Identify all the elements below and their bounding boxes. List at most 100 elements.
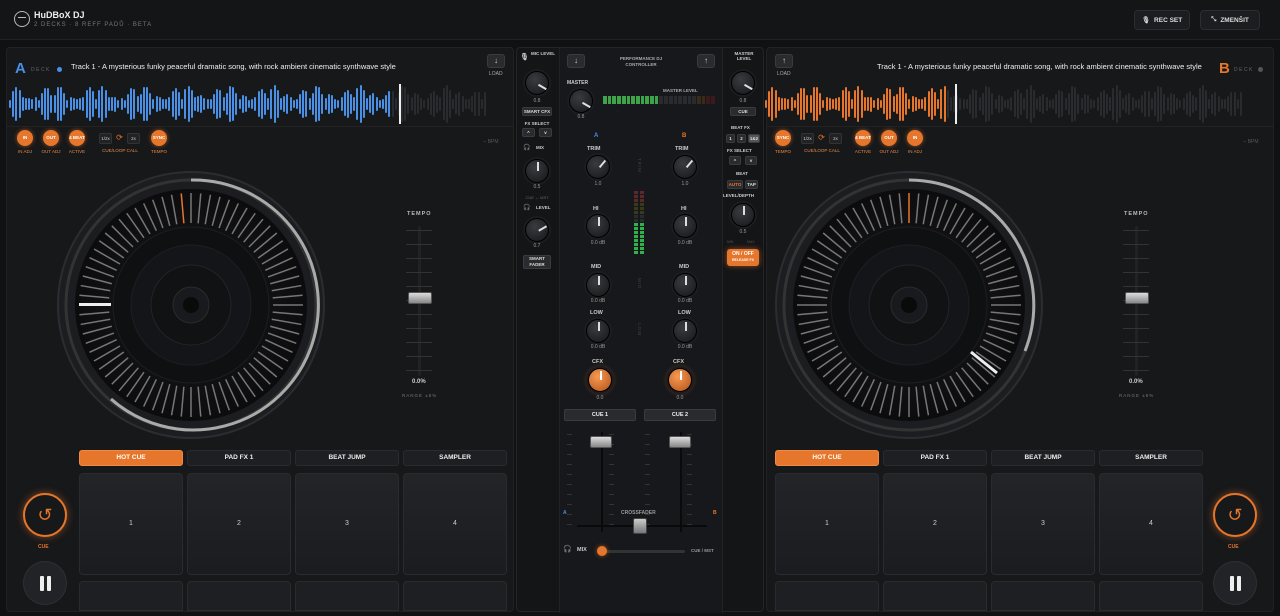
loop-double-button[interactable]: 2x: [829, 133, 842, 144]
tab-pad-fx[interactable]: PAD FX 1: [187, 450, 291, 466]
beat-auto-button[interactable]: AUTO: [727, 180, 743, 189]
trim-a-knob[interactable]: [586, 155, 610, 179]
master-level-knob[interactable]: [731, 71, 755, 95]
loop-icon[interactable]: ⟳: [113, 133, 126, 144]
play-pause-button[interactable]: [23, 561, 67, 605]
waveform-bar: [892, 96, 895, 112]
cue-2-button[interactable]: CUE 2: [644, 409, 716, 421]
cue-button[interactable]: [23, 493, 67, 537]
pad-5[interactable]: [79, 581, 183, 611]
cfx-a-knob[interactable]: [588, 368, 612, 392]
beat-button[interactable]: 4 BEAT: [69, 130, 85, 146]
headphone-mix-knob[interactable]: [525, 159, 549, 183]
mic-level-knob[interactable]: [525, 71, 549, 95]
fx-on-off-button[interactable]: ON / OFF RELEASE FX: [727, 249, 759, 266]
fader-tick: [609, 494, 614, 495]
smart-cfx-button[interactable]: SMART CFX: [522, 107, 552, 116]
pad-8[interactable]: [403, 581, 507, 611]
load-button[interactable]: ↑: [775, 54, 793, 68]
headphone-level-knob[interactable]: [525, 218, 549, 242]
level-depth-knob[interactable]: [731, 203, 755, 227]
pad-8[interactable]: [1099, 581, 1203, 611]
tempo-slider-handle[interactable]: [408, 292, 432, 304]
mixer-load-a[interactable]: ↓: [567, 54, 585, 68]
beat-tap-button[interactable]: TAP: [745, 180, 758, 189]
rec-set-label: REC SET: [1154, 16, 1183, 24]
channel-fader-a[interactable]: [590, 436, 612, 448]
beat-button[interactable]: 4 BEAT: [855, 130, 871, 146]
pad-2[interactable]: 2: [187, 473, 291, 575]
loop-double-button[interactable]: 2x: [127, 133, 140, 144]
tab-sampler[interactable]: SAMPLER: [1099, 450, 1203, 466]
pad-2[interactable]: 2: [883, 473, 987, 575]
tempo-slider-handle[interactable]: [1125, 292, 1149, 304]
play-pause-button[interactable]: [1213, 561, 1257, 605]
tab-hot-cue[interactable]: HOT CUE: [79, 450, 183, 466]
cue-1-button[interactable]: CUE 1: [564, 409, 636, 421]
waveform-bar: [1106, 93, 1109, 115]
master-meter-segment: [603, 96, 607, 104]
low-a-knob[interactable]: [586, 319, 610, 343]
pad-4[interactable]: 4: [1099, 473, 1203, 575]
cfx-b-knob[interactable]: [668, 368, 692, 392]
out-button[interactable]: OUT: [881, 130, 897, 146]
cue-loop-label: CUE/LOOP CALL: [804, 148, 840, 153]
trim-b-knob[interactable]: [673, 155, 697, 179]
low-b-knob[interactable]: [673, 319, 697, 343]
pad-7[interactable]: [295, 581, 399, 611]
master-cue-button[interactable]: CUE: [730, 107, 756, 116]
app-subtitle: 2 DECKS · 8 REFF PADŮ · BETA: [34, 22, 153, 28]
beat-fx-1[interactable]: 1: [726, 134, 735, 143]
phones-mix-handle[interactable]: [597, 546, 607, 556]
channel-fader-b[interactable]: [669, 436, 691, 448]
pad-3[interactable]: 3: [991, 473, 1095, 575]
phones-mix-slider[interactable]: [599, 550, 685, 553]
mid-b-knob[interactable]: [673, 273, 697, 297]
fader-tick: [645, 434, 650, 435]
pad-3[interactable]: 3: [295, 473, 399, 575]
tab-beat-jump[interactable]: BEAT JUMP: [295, 450, 399, 466]
sync-button[interactable]: SYNC: [775, 130, 791, 146]
pad-7[interactable]: [991, 581, 1095, 611]
shrink-icon: ⤡: [1211, 16, 1217, 23]
fx-select-up[interactable]: ^: [522, 128, 535, 137]
pad-1[interactable]: 1: [79, 473, 183, 575]
cue-button[interactable]: [1213, 493, 1257, 537]
fx-select-right-down[interactable]: v: [745, 156, 757, 165]
tab-beat-jump[interactable]: BEAT JUMP: [991, 450, 1095, 466]
pad-4[interactable]: 4: [403, 473, 507, 575]
master-knob[interactable]: [569, 89, 593, 113]
loop-half-button[interactable]: 1/2x: [801, 133, 814, 144]
jog-wheel[interactable]: [775, 171, 1043, 439]
beat-fx-2[interactable]: 2: [737, 134, 746, 143]
shrink-button[interactable]: ⤡ ZMENŠIT: [1200, 10, 1260, 30]
pad-6[interactable]: [187, 581, 291, 611]
load-button[interactable]: ↓: [487, 54, 505, 68]
beat-fx-1-2[interactable]: 1&2: [748, 134, 760, 143]
crossfader-handle[interactable]: [633, 518, 647, 534]
loop-icon[interactable]: ⟳: [815, 133, 828, 144]
pad-5[interactable]: [775, 581, 879, 611]
pad-6[interactable]: [883, 581, 987, 611]
loop-half-button[interactable]: 1/2x: [99, 133, 112, 144]
pad-1[interactable]: 1: [775, 473, 879, 575]
sync-button[interactable]: SYNC: [151, 130, 167, 146]
smart-fader-button[interactable]: SMART FADER: [523, 255, 551, 269]
fx-select-right-up[interactable]: ^: [729, 156, 741, 165]
in-button[interactable]: IN: [907, 130, 923, 146]
hi-b-knob[interactable]: [673, 214, 697, 238]
mid-a-knob[interactable]: [586, 273, 610, 297]
fx-select-down[interactable]: v: [539, 128, 552, 137]
waveform[interactable]: [765, 84, 1255, 124]
tab-pad-fx[interactable]: PAD FX 1: [883, 450, 987, 466]
deck-b: ↑ LOAD Track 1 - A mysterious funky peac…: [765, 47, 1274, 612]
waveform[interactable]: [9, 84, 499, 124]
mixer-load-b[interactable]: ↑: [697, 54, 715, 68]
rec-set-button[interactable]: 🎙 REC SET: [1134, 10, 1190, 30]
tab-sampler[interactable]: SAMPLER: [403, 450, 507, 466]
hi-a-knob[interactable]: [586, 214, 610, 238]
in-button[interactable]: IN: [17, 130, 33, 146]
tab-hot-cue[interactable]: HOT CUE: [775, 450, 879, 466]
jog-wheel[interactable]: [57, 171, 325, 439]
out-button[interactable]: OUT: [43, 130, 59, 146]
